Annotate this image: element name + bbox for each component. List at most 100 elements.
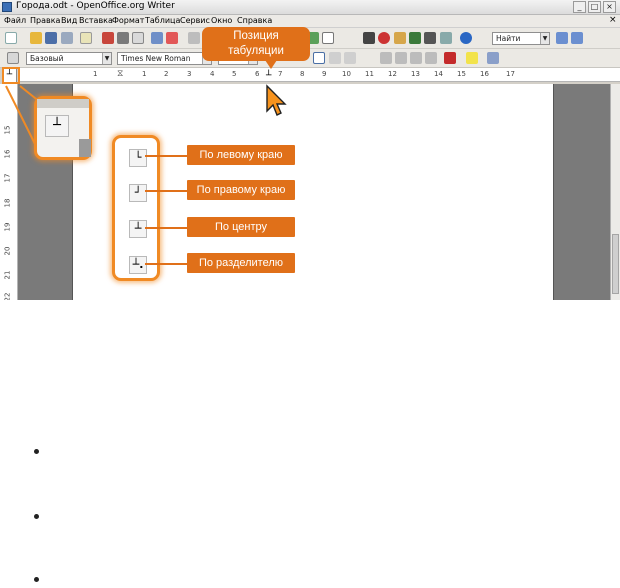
menu-window[interactable]: Окно — [211, 16, 232, 25]
formatting-marks-icon[interactable] — [424, 32, 436, 44]
ruler-tick: 4 — [210, 70, 215, 78]
ruler-tick: 9 — [322, 70, 327, 78]
open-icon[interactable] — [30, 32, 42, 44]
menu-help[interactable]: Справка — [237, 16, 272, 25]
maximize-button[interactable]: □ — [588, 1, 601, 13]
tab-stop-marker[interactable]: ┴ — [266, 71, 271, 81]
print-icon[interactable] — [117, 32, 129, 44]
zoom-ruler-strip — [79, 139, 91, 157]
font-name-box[interactable]: Times New Roman ▼ — [117, 52, 212, 65]
ruler-tick: 15 — [457, 70, 466, 78]
tab-position-callout: Позиция табуляции — [202, 27, 310, 61]
font-name-value: Times New Roman — [121, 54, 191, 63]
vertical-ruler-tick: 19 — [3, 222, 12, 232]
ruler-tick: 13 — [411, 70, 420, 78]
vertical-ruler-tick: 20 — [3, 246, 12, 256]
tab-selector-zoom-frame: ┴ — [34, 96, 92, 160]
styles-icon[interactable] — [7, 52, 19, 64]
new-icon[interactable] — [5, 32, 17, 44]
right-tab-callout: По правому краю — [187, 180, 295, 200]
app-icon — [2, 2, 12, 12]
scrollbar-thumb[interactable] — [612, 234, 619, 294]
chevron-down-icon[interactable]: ▼ — [102, 53, 111, 64]
save-icon[interactable] — [45, 32, 57, 44]
background-color-icon[interactable] — [487, 52, 499, 64]
find-field[interactable]: Найти ▼ — [492, 32, 550, 45]
paragraph-style-value: Базовый — [30, 54, 64, 63]
ruler-tick: 10 — [342, 70, 351, 78]
minimize-button[interactable]: _ — [573, 1, 586, 13]
ruler-tick: 16 — [480, 70, 489, 78]
align-right-icon[interactable] — [344, 52, 356, 64]
horizontal-ruler[interactable]: 1 ⧖ 1 2 3 4 5 6 ┴ 7 8 9 10 11 12 13 14 1… — [20, 68, 620, 82]
ruler-tick: 17 — [506, 70, 515, 78]
menu-bar: Файл Правка Вид Вставка Формат Таблица С… — [0, 15, 620, 28]
menu-tools[interactable]: Сервис — [180, 16, 210, 25]
zoom-icon[interactable] — [440, 32, 452, 44]
tab-selector-highlight — [2, 67, 20, 84]
callout-tail — [265, 60, 277, 69]
mouse-cursor-icon — [266, 84, 287, 116]
nonprint-icon[interactable] — [409, 32, 421, 44]
menu-table[interactable]: Таблица — [145, 16, 180, 25]
chevron-down-icon[interactable]: ▼ — [540, 33, 549, 44]
decimal-tab-icon[interactable]: ┴. — [129, 256, 147, 274]
tab-selector-zoomed[interactable]: ┴ — [45, 115, 69, 137]
ruler-tick: 8 — [300, 70, 305, 78]
ruler-tick: 2 — [164, 70, 169, 78]
bullet-point — [34, 514, 39, 519]
connector-line — [145, 263, 187, 265]
ruler-tick: 14 — [434, 70, 443, 78]
menu-format[interactable]: Формат — [112, 16, 144, 25]
highlight-icon[interactable] — [466, 52, 478, 64]
align-center-icon[interactable] — [329, 52, 341, 64]
decrease-indent-icon[interactable] — [410, 52, 422, 64]
standard-toolbar: Найти ▼ — [0, 28, 620, 49]
ruler-tick: 11 — [365, 70, 374, 78]
tab-position-callout-text: Позиция табуляции — [228, 30, 284, 57]
ruler-tick: 1 — [93, 70, 98, 78]
ruler-tick: 3 — [187, 70, 192, 78]
email-icon[interactable] — [61, 32, 73, 44]
cut-icon[interactable] — [188, 32, 200, 44]
menu-insert[interactable]: Вставка — [79, 16, 113, 25]
title-bar: Города.odt - OpenOffice.org Writer _ □ × — [0, 0, 620, 15]
bullets-icon[interactable] — [395, 52, 407, 64]
table-icon[interactable] — [322, 32, 334, 44]
indent-marker-icon[interactable]: ⧖ — [117, 69, 123, 79]
help-icon[interactable] — [460, 32, 472, 44]
binoculars-icon[interactable] — [363, 32, 375, 44]
find-field-value: Найти — [496, 34, 521, 43]
numbering-icon[interactable] — [380, 52, 392, 64]
preview-icon[interactable] — [132, 32, 144, 44]
menu-view[interactable]: Вид — [61, 16, 77, 25]
center-tab-icon[interactable]: ┴ — [129, 220, 147, 238]
gallery-icon[interactable] — [378, 32, 390, 44]
decimal-tab-callout: По разделителю — [187, 253, 295, 273]
close-document-icon[interactable]: × — [609, 15, 617, 25]
vertical-scrollbar[interactable] — [610, 84, 620, 300]
vertical-ruler-tick: 21 — [3, 270, 12, 280]
bullet-point — [34, 577, 39, 582]
font-color-icon[interactable] — [444, 52, 456, 64]
window-title: Города.odt - OpenOffice.org Writer — [16, 1, 175, 11]
connector-line — [145, 190, 187, 192]
increase-indent-icon[interactable] — [425, 52, 437, 64]
formatting-toolbar: Базовый ▼ Times New Roman ▼ 12 ▼ — [0, 49, 620, 68]
edit-mode-icon[interactable] — [80, 32, 92, 44]
autospell-icon[interactable] — [166, 32, 178, 44]
pdf-icon[interactable] — [102, 32, 114, 44]
datasource-icon[interactable] — [394, 32, 406, 44]
vertical-ruler-tick: 22 — [3, 292, 12, 300]
find-previous-icon[interactable] — [571, 32, 583, 44]
vertical-ruler-tick: 17 — [3, 173, 12, 183]
menu-file[interactable]: Файл — [4, 16, 26, 25]
spellcheck-icon[interactable] — [151, 32, 163, 44]
align-left-icon[interactable] — [313, 52, 325, 64]
right-tab-icon[interactable]: ┘ — [129, 184, 147, 202]
close-button[interactable]: × — [603, 1, 616, 13]
connector-line — [145, 227, 187, 229]
menu-edit[interactable]: Правка — [30, 16, 60, 25]
left-tab-icon[interactable]: └ — [129, 149, 147, 167]
find-next-icon[interactable] — [556, 32, 568, 44]
